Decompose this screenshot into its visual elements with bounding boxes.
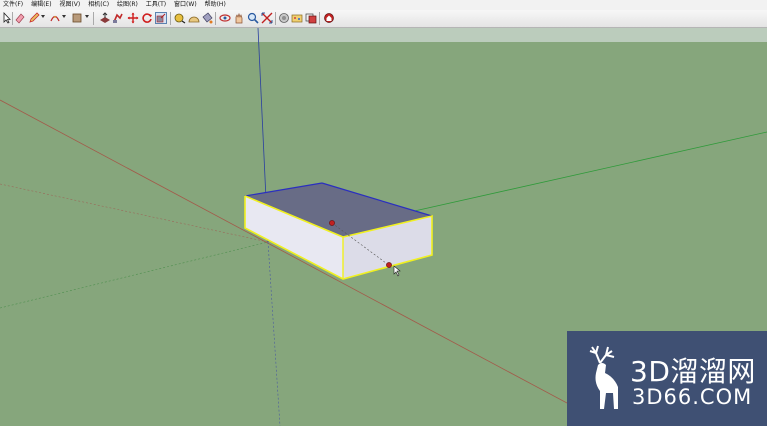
scale-icon[interactable] bbox=[155, 12, 167, 24]
orbit-icon[interactable] bbox=[219, 12, 231, 24]
eraser-icon[interactable] bbox=[14, 12, 26, 24]
menu-camera[interactable]: 相机(C) bbox=[85, 0, 112, 10]
toolbar-separator bbox=[275, 12, 276, 25]
rectangle-dropdown-icon[interactable] bbox=[85, 15, 89, 18]
menu-help[interactable]: 帮助(H) bbox=[202, 0, 229, 10]
warehouse-icon[interactable] bbox=[323, 12, 335, 24]
midpoint-marker[interactable] bbox=[329, 220, 335, 226]
main-toolbar bbox=[0, 10, 767, 28]
zoom-icon[interactable] bbox=[247, 12, 259, 24]
toolbar-separator bbox=[93, 12, 94, 25]
sky-band bbox=[0, 28, 767, 42]
menu-file[interactable]: 文件(F) bbox=[0, 0, 26, 10]
pencil-dropdown-icon[interactable] bbox=[41, 15, 45, 18]
menu-edit[interactable]: 编辑(E) bbox=[28, 0, 54, 10]
menu-draw[interactable]: 绘图(R) bbox=[114, 0, 141, 10]
components-icon[interactable] bbox=[278, 12, 290, 24]
toolbar-separator bbox=[319, 12, 320, 25]
menu-window[interactable]: 窗口(W) bbox=[171, 0, 200, 10]
menu-tools[interactable]: 工具(T) bbox=[143, 0, 169, 10]
follow-me-icon[interactable] bbox=[112, 12, 124, 24]
deer-logo-icon bbox=[589, 345, 618, 409]
pan-icon[interactable] bbox=[233, 12, 245, 24]
watermark-sub-text: 3D66.COM bbox=[632, 385, 753, 409]
materials-icon[interactable] bbox=[291, 12, 303, 24]
menu-bar: 文件(F) 编辑(E) 视图(V) 相机(C) 绘图(R) 工具(T) 窗口(W… bbox=[0, 0, 767, 10]
toolbar-separator bbox=[170, 12, 171, 25]
arc-icon[interactable] bbox=[49, 12, 61, 24]
menu-view[interactable]: 视图(V) bbox=[56, 0, 83, 10]
pencil-icon[interactable] bbox=[28, 12, 40, 24]
arc-dropdown-icon[interactable] bbox=[62, 15, 66, 18]
tape-measure-icon[interactable] bbox=[174, 12, 186, 24]
styles-icon[interactable] bbox=[305, 12, 317, 24]
toolbar-separator bbox=[215, 12, 216, 25]
rectangle-icon[interactable] bbox=[71, 12, 83, 24]
push-pull-icon[interactable] bbox=[99, 12, 111, 24]
endpoint-marker[interactable] bbox=[386, 262, 392, 268]
move-icon[interactable] bbox=[127, 12, 139, 24]
watermark-main-text: 3D溜溜网 bbox=[630, 355, 756, 388]
paint-bucket-icon[interactable] bbox=[201, 12, 213, 24]
protractor-icon[interactable] bbox=[188, 12, 200, 24]
rotate-icon[interactable] bbox=[141, 12, 153, 24]
toolbar-separator bbox=[12, 12, 13, 25]
zoom-extents-icon[interactable] bbox=[261, 12, 273, 24]
